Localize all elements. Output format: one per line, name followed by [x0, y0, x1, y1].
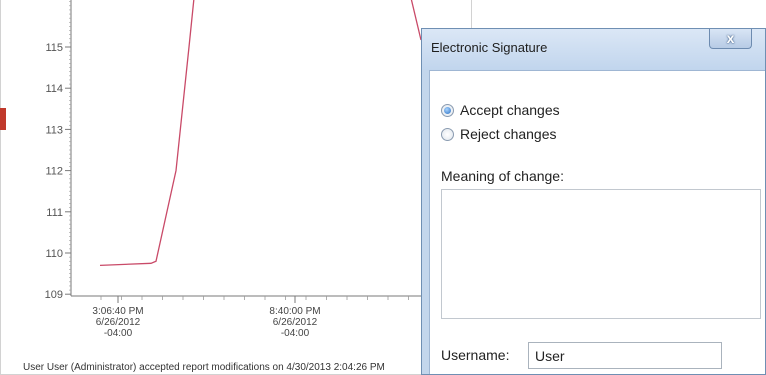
username-field[interactable] [528, 342, 722, 369]
close-button[interactable]: x [709, 29, 752, 49]
y-tick-label: 110 [45, 248, 63, 260]
status-text: User User (Administrator) accepted repor… [23, 362, 385, 373]
series-line [99, 0, 195, 267]
dialog-content: Accept changes Reject changes Meaning of… [429, 70, 765, 374]
dialog-titlebar[interactable]: Electronic Signature x [422, 29, 765, 70]
dialog-title: Electronic Signature [431, 40, 548, 55]
accent-marker [0, 108, 6, 130]
accept-changes-option[interactable]: Accept changes [441, 102, 560, 118]
y-tick-label: 112 [45, 166, 63, 178]
reject-changes-label: Reject changes [460, 126, 557, 142]
electronic-signature-dialog: Electronic Signature x Accept changes Re… [421, 28, 766, 375]
y-tick-label: 111 [46, 207, 63, 219]
username-label: Username: [441, 347, 510, 363]
accept-changes-radio[interactable] [441, 103, 454, 117]
x-tick-label: -04:00 [104, 328, 133, 339]
y-tick-label: 113 [45, 124, 63, 136]
y-tick-label: 109 [45, 289, 63, 301]
reject-changes-option[interactable]: Reject changes [441, 126, 557, 142]
x-tick-label: 8:40:00 PM [269, 306, 320, 317]
accept-changes-label: Accept changes [460, 102, 560, 118]
x-tick-label: 6/26/2012 [273, 317, 318, 328]
meaning-of-change-label: Meaning of change: [441, 168, 564, 184]
x-tick-label: 3:06:40 PM [92, 306, 143, 317]
meaning-of-change-textarea[interactable] [441, 189, 761, 319]
x-tick-label: 6/26/2012 [96, 317, 141, 328]
y-tick-label: 115 [45, 42, 63, 54]
x-tick-label: -04:00 [281, 328, 310, 339]
chart-plot: 1151141131121111101093:06:40 PM6/26/2012… [45, 0, 473, 339]
chart-panel: 115 114 113 112 111 110 109 3:06:40 PM 6/26/2012… [0, 0, 473, 375]
series-line-segment [410, 0, 422, 41]
reject-changes-radio[interactable] [441, 127, 454, 141]
y-tick-label: 114 [45, 83, 63, 95]
